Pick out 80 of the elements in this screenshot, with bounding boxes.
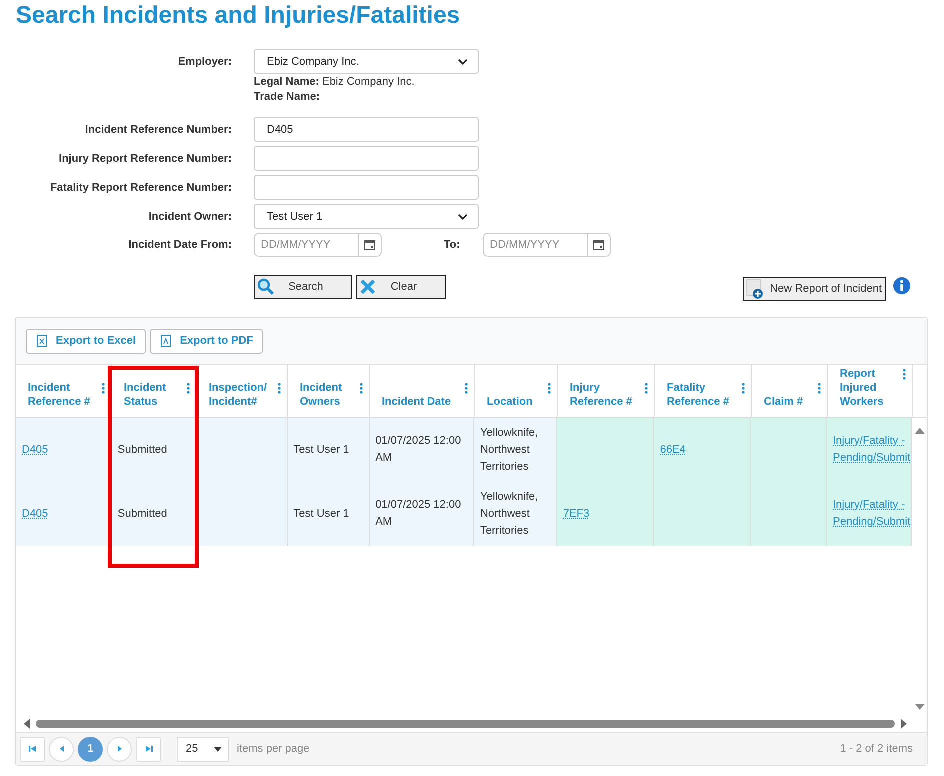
field-label: Injury Report Reference Number: xyxy=(58,152,232,164)
items-summary: 1 - 2 of 2 items xyxy=(840,743,913,755)
cell-text: 01/07/2025 12:00 AM xyxy=(376,498,462,530)
scrollbar-thumb[interactable] xyxy=(36,720,895,728)
table-link[interactable]: D405 xyxy=(22,442,48,458)
cell-text: Yellowknife, Northwest Territories xyxy=(480,426,540,474)
first-page-icon xyxy=(28,745,36,753)
date-field[interactable]: DD/MM/YYYY xyxy=(483,233,611,257)
employer-dropdown[interactable]: Ebiz Company Inc. xyxy=(254,49,479,74)
input-field[interactable] xyxy=(254,146,479,171)
column-header[interactable]: Incident Owners xyxy=(288,365,370,417)
dropdown-arrow-icon xyxy=(214,746,222,752)
column-menu-icon[interactable] xyxy=(187,383,190,394)
owner-dropdown[interactable]: Test User 1 xyxy=(254,204,479,229)
document-icon xyxy=(161,335,172,347)
input-field[interactable]: D405 xyxy=(254,117,479,142)
search-icon xyxy=(257,278,275,296)
new-document-icon xyxy=(746,279,764,299)
field-label: Incident Owner: xyxy=(148,210,232,222)
last-page-button[interactable] xyxy=(136,736,161,762)
chevron-icon xyxy=(458,58,468,64)
input-field[interactable] xyxy=(254,175,479,200)
column-menu-icon[interactable] xyxy=(742,383,745,394)
export-pdf-button[interactable]: Export to PDF xyxy=(150,328,264,354)
column-menu-icon[interactable] xyxy=(102,383,105,394)
close-icon xyxy=(359,278,377,296)
info-icon[interactable] xyxy=(893,277,911,295)
cell-text: Yellowknife, Northwest Territories xyxy=(480,490,540,538)
column-menu-icon[interactable] xyxy=(548,383,551,394)
table-link[interactable]: Injury/Fatality - Pending/Submit xyxy=(833,433,911,467)
column-header[interactable]: Incident Date xyxy=(370,365,475,417)
scroll-left-icon[interactable] xyxy=(24,719,30,729)
field-label: To: xyxy=(443,239,462,251)
cell-text: Submitted xyxy=(118,506,168,522)
spreadsheet-icon xyxy=(37,335,47,347)
column-menu-icon[interactable] xyxy=(903,369,906,380)
column-menu-icon[interactable] xyxy=(465,383,468,394)
page-size-label: items per page xyxy=(237,743,310,755)
table-link[interactable]: 66E4 xyxy=(660,442,686,458)
field-label: Incident Reference Number: xyxy=(84,124,232,136)
column-header[interactable]: Claim # xyxy=(752,365,828,417)
cell-text: Test User 1 xyxy=(294,442,350,458)
scroll-down-icon[interactable] xyxy=(915,704,925,710)
column-header[interactable]: Report Injured Workers xyxy=(828,365,913,417)
chevron-icon xyxy=(458,214,468,220)
table-link[interactable]: 7EF3 xyxy=(563,506,590,522)
field-label: Incident Date From: xyxy=(128,239,232,251)
column-header[interactable]: Location xyxy=(475,365,558,417)
column-header[interactable]: Incident Status xyxy=(112,365,197,417)
column-menu-icon[interactable] xyxy=(645,383,648,394)
column-header[interactable]: Fatality Reference # xyxy=(655,365,752,417)
legal-name-text: Legal Name: Ebiz Company Inc. xyxy=(254,75,416,90)
column-header[interactable]: Inspection/ Incident# xyxy=(197,365,288,417)
search-button[interactable]: Search xyxy=(254,275,352,299)
last-page-icon xyxy=(144,745,152,753)
scroll-right-icon[interactable] xyxy=(901,719,907,729)
column-header[interactable]: Injury Reference # xyxy=(558,365,655,417)
column-menu-icon[interactable] xyxy=(818,383,821,394)
date-field[interactable]: DD/MM/YYYY xyxy=(254,233,382,257)
column-menu-icon[interactable] xyxy=(360,383,363,394)
next-icon xyxy=(116,745,124,753)
field-label: Fatality Report Reference Number: xyxy=(49,182,232,194)
export-excel-button[interactable]: Export to Excel xyxy=(26,328,146,354)
previous-icon xyxy=(58,745,66,753)
trade-name-label: Trade Name: xyxy=(254,90,322,105)
cell-text: 01/07/2025 12:00 AM xyxy=(376,434,462,466)
page-size-dropdown[interactable]: 25 xyxy=(177,736,229,762)
column-menu-icon[interactable] xyxy=(278,383,281,394)
cell-text: Submitted xyxy=(118,442,168,458)
first-page-button[interactable] xyxy=(20,736,45,762)
field-label: Employer: xyxy=(177,56,232,68)
cell-text: Test User 1 xyxy=(294,506,350,522)
clear-button[interactable]: Clear xyxy=(356,275,446,299)
scroll-up-icon[interactable] xyxy=(915,428,925,434)
new-report-button[interactable]: New Report of Incident xyxy=(743,277,886,301)
page-button[interactable]: 1 xyxy=(78,736,103,762)
page-title: Search Incidents and Injuries/Fatalities xyxy=(15,1,460,30)
table-link[interactable]: D405 xyxy=(22,506,48,522)
column-header[interactable]: Incident Reference # xyxy=(16,365,112,417)
table-link[interactable]: Injury/Fatality - Pending/Submit xyxy=(833,497,911,531)
